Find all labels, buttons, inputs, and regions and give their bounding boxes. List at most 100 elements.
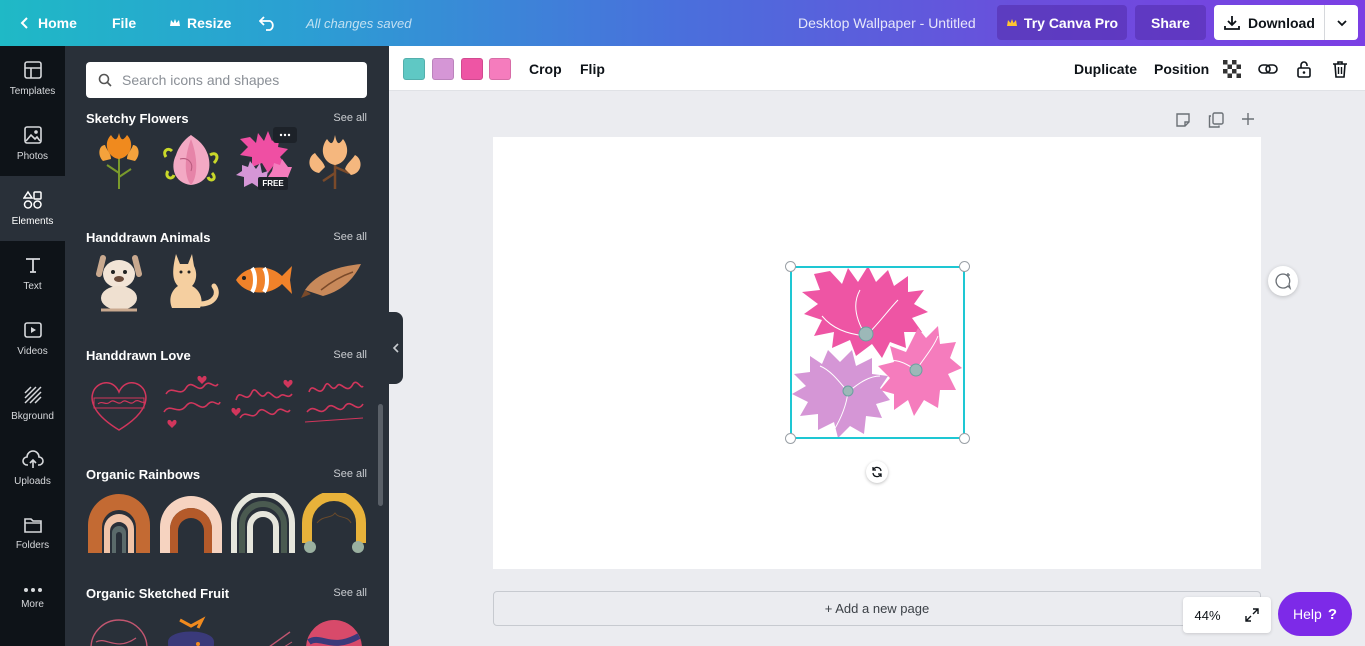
section-sketchy-flowers: Sketchy Flowers See all FREE [86, 109, 367, 190]
rail-item-more[interactable]: More [0, 566, 65, 631]
see-all-link[interactable]: See all [333, 112, 367, 124]
color-swatch[interactable] [403, 58, 425, 80]
add-page-button[interactable] [1241, 112, 1255, 131]
zoom-level[interactable]: 44% [1194, 608, 1220, 623]
section-handdrawn-animals: Handdrawn Animals See all [86, 228, 367, 312]
videos-icon [23, 322, 42, 338]
element-thumbnail[interactable] [158, 489, 224, 559]
element-thumbnail[interactable] [158, 368, 224, 438]
search-box [86, 62, 367, 98]
rail-label: Videos [17, 346, 48, 357]
rotate-icon [872, 466, 882, 478]
duplicate-page-button[interactable] [1208, 112, 1224, 133]
element-thumbnail[interactable] [230, 244, 296, 314]
lock-button[interactable] [1296, 46, 1312, 91]
elements-panel: Sketchy Flowers See all FREE [65, 46, 389, 646]
more-icon [23, 588, 42, 592]
element-thumbnail[interactable] [86, 608, 152, 646]
element-thumbnail[interactable] [158, 125, 224, 195]
rotate-handle[interactable] [866, 461, 888, 483]
help-button[interactable]: Help ? [1278, 592, 1352, 636]
transparency-icon [1223, 59, 1241, 78]
position-button[interactable]: Position [1154, 46, 1209, 91]
link-button[interactable] [1258, 46, 1278, 91]
color-swatch[interactable] [489, 58, 511, 80]
rail-item-uploads[interactable]: Uploads [0, 436, 65, 501]
rail-item-photos[interactable]: Photos [0, 111, 65, 176]
unlock-icon [1297, 60, 1311, 78]
element-thumbnail[interactable] [301, 489, 367, 559]
share-button[interactable]: Share [1135, 5, 1206, 40]
element-thumbnail[interactable] [86, 489, 152, 559]
element-thumbnail[interactable] [86, 368, 152, 438]
link-icon [1258, 63, 1278, 74]
rail-item-folders[interactable]: Folders [0, 501, 65, 566]
section-title: Handdrawn Animals [86, 229, 211, 245]
plus-icon [1242, 113, 1254, 125]
resize-handle[interactable] [785, 261, 796, 272]
chevron-left-icon [392, 343, 399, 353]
file-label: File [112, 15, 137, 31]
undo-button[interactable] [259, 0, 277, 46]
rail-item-templates[interactable]: Templates [0, 46, 65, 111]
expand-icon [1244, 608, 1259, 622]
flip-button[interactable]: Flip [580, 46, 605, 91]
rail-item-text[interactable]: Text [0, 241, 65, 306]
page-notes-button[interactable] [1175, 112, 1191, 133]
rail-item-elements[interactable]: Elements [0, 176, 65, 241]
left-rail: Templates Photos Elements Text Videos Bk… [0, 46, 65, 646]
section-title: Organic Rainbows [86, 466, 201, 482]
element-thumbnail[interactable] [86, 125, 152, 195]
element-thumbnail[interactable] [86, 244, 152, 314]
element-thumbnail[interactable] [301, 368, 367, 438]
resize-button[interactable]: Resize [169, 0, 231, 46]
search-input[interactable] [122, 72, 342, 88]
photos-icon [23, 126, 42, 144]
download-button[interactable]: Download [1214, 5, 1325, 40]
zoom-control[interactable]: 44% [1183, 597, 1271, 633]
panel-scrollbar[interactable] [378, 404, 383, 506]
resize-handle[interactable] [959, 433, 970, 444]
add-comment-button[interactable] [1268, 266, 1298, 296]
section-organic-rainbows: Organic Rainbows See all [86, 465, 367, 553]
crop-button[interactable]: Crop [529, 46, 562, 91]
see-all-link[interactable]: See all [333, 349, 367, 361]
crown-icon [170, 19, 180, 26]
color-swatch[interactable] [461, 58, 483, 80]
element-thumbnail[interactable] [158, 244, 224, 314]
element-thumbnail[interactable] [158, 608, 224, 646]
templates-icon [23, 61, 42, 79]
resize-handle[interactable] [959, 261, 970, 272]
transparency-button[interactable] [1223, 46, 1241, 91]
more-options-button[interactable] [273, 127, 297, 143]
element-thumbnail[interactable] [230, 608, 296, 646]
document-title[interactable]: Desktop Wallpaper - Untitled [798, 0, 976, 46]
see-all-link[interactable]: See all [333, 231, 367, 243]
download-options-button[interactable] [1325, 5, 1358, 40]
rail-item-videos[interactable]: Videos [0, 306, 65, 371]
add-new-page-button[interactable]: + Add a new page [493, 591, 1261, 626]
see-all-link[interactable]: See all [333, 468, 367, 480]
resize-handle[interactable] [785, 433, 796, 444]
home-button[interactable]: Home [18, 0, 77, 46]
delete-button[interactable] [1332, 46, 1348, 91]
collapse-panel-button[interactable] [389, 312, 403, 384]
element-thumbnail[interactable]: FREE [230, 125, 297, 195]
element-thumbnail[interactable] [230, 489, 296, 559]
background-icon [23, 386, 42, 404]
try-canva-pro-button[interactable]: Try Canva Pro [997, 5, 1127, 40]
file-menu-button[interactable]: File [112, 0, 136, 46]
section-organic-sketched-fruit: Organic Sketched Fruit See all [86, 584, 367, 646]
element-thumbnail[interactable] [230, 368, 296, 438]
crown-icon [1006, 18, 1017, 26]
element-thumbnail[interactable] [301, 608, 367, 646]
rail-item-background[interactable]: Bkground [0, 371, 65, 436]
duplicate-button[interactable]: Duplicate [1074, 46, 1137, 91]
rail-label: Folders [15, 540, 50, 551]
see-all-link[interactable]: See all [333, 587, 367, 599]
element-thumbnail[interactable] [301, 244, 367, 314]
element-thumbnail[interactable] [301, 125, 367, 195]
try-pro-label: Try Canva Pro [1023, 14, 1119, 31]
color-swatch[interactable] [432, 58, 454, 80]
undo-icon [259, 16, 274, 31]
